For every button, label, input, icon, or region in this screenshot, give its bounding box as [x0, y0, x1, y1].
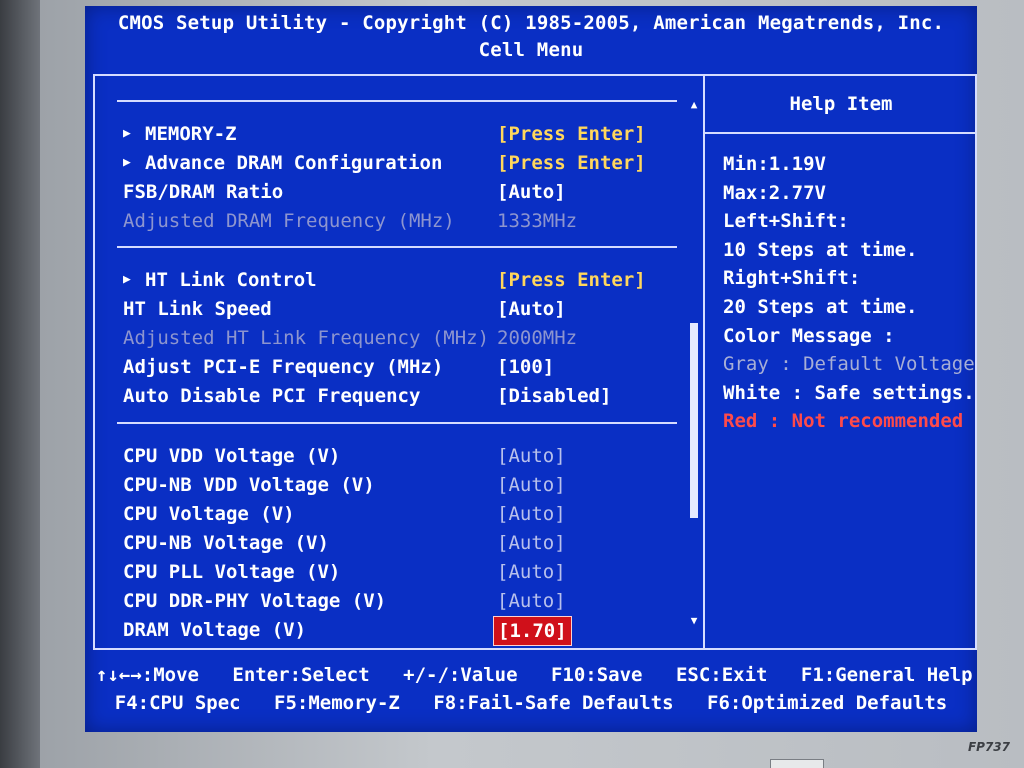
- help-line: Min:1.19V: [723, 153, 826, 175]
- footer-key-value: +/-/:Value: [403, 664, 518, 686]
- separator: [117, 246, 677, 248]
- menu-item-cpu-nb-vdd-voltage[interactable]: CPU-NB VDD Voltage (V) [Auto]: [123, 471, 683, 499]
- menu-item-value: [Auto]: [497, 298, 566, 320]
- submenu-arrow-icon: ▶: [123, 272, 131, 287]
- footer-key-optimized-defaults: F6:Optimized Defaults: [707, 692, 948, 714]
- help-line-gray: Gray : Default Voltage: [723, 353, 975, 376]
- help-panel: Help Item Min:1.19V Max:2.77V Left+Shift…: [703, 76, 977, 648]
- footer-key-save: F10:Save: [550, 664, 643, 686]
- bios-title: CMOS Setup Utility - Copyright (C) 1985-…: [117, 12, 945, 34]
- menu-item-value: [100]: [497, 356, 555, 378]
- scroll-down-arrow-icon[interactable]: ▼: [687, 614, 701, 628]
- footer-key-memory-z: F5:Memory-Z: [274, 692, 400, 714]
- help-title: Help Item: [705, 76, 977, 134]
- separator: [117, 100, 677, 102]
- help-line: Right+Shift:: [723, 267, 861, 290]
- menu-item-adjusted-dram-frequency: Adjusted DRAM Frequency (MHz) 1333MHz: [123, 207, 683, 235]
- footer-key-select: Enter:Select: [232, 664, 370, 686]
- menu-item-value: [Auto]: [497, 503, 566, 525]
- menu-item-cpu-nb-voltage[interactable]: CPU-NB Voltage (V) [Auto]: [123, 529, 683, 557]
- bios-screen: CMOS Setup Utility - Copyright (C) 1985-…: [85, 6, 977, 732]
- menu-item-cpu-voltage[interactable]: CPU Voltage (V) [Auto]: [123, 500, 683, 528]
- help-line-white: White : Safe settings.: [723, 381, 975, 404]
- menu-item-memory-z[interactable]: ▶ MEMORY-Z [Press Enter]: [123, 120, 683, 148]
- menu-item-value: 1333MHz: [497, 210, 578, 232]
- bios-header: CMOS Setup Utility - Copyright (C) 1985-…: [85, 10, 977, 64]
- footer-key-move: ↑↓←→:Move: [96, 664, 199, 686]
- menu-item-auto-disable-pci-frequency[interactable]: Auto Disable PCI Frequency [Disabled]: [123, 382, 683, 410]
- menu-item-value: 2000MHz: [497, 327, 578, 349]
- footer-keys-line2: F4:CPU Spec F5:Memory-Z F8:Fail-Safe Def…: [85, 692, 977, 714]
- footer-keys-line1: ↑↓←→:Move Enter:Select +/-/:Value F10:Sa…: [85, 664, 977, 686]
- footer-key-exit: ESC:Exit: [675, 664, 768, 686]
- monitor-bezel-left: [0, 0, 40, 768]
- menu-item-cpu-ddr-phy-voltage[interactable]: CPU DDR-PHY Voltage (V) [Auto]: [123, 587, 683, 615]
- help-line: Max:2.77V: [723, 181, 826, 204]
- help-line: Left+Shift:: [723, 210, 849, 233]
- submenu-arrow-icon: ▶: [123, 126, 131, 141]
- separator: [117, 422, 677, 424]
- menu-item-value: [Disabled]: [497, 385, 612, 407]
- help-line: Color Message :: [723, 324, 895, 347]
- scroll-thumb[interactable]: [690, 323, 698, 518]
- menu-item-value: [Auto]: [497, 181, 566, 203]
- submenu-arrow-icon: ▶: [123, 155, 131, 170]
- menu-item-fsb-dram-ratio[interactable]: FSB/DRAM Ratio [Auto]: [123, 178, 683, 206]
- monitor-model-label: FP737: [967, 740, 1010, 754]
- menu-item-advance-dram-configuration[interactable]: ▶ Advance DRAM Configuration [Press Enter…: [123, 149, 683, 177]
- help-line: 20 Steps at time.: [723, 295, 918, 318]
- main-panel: ▶ MEMORY-Z [Press Enter] ▶ Advance DRAM Co…: [93, 74, 977, 650]
- menu-item-value: [Auto]: [497, 561, 566, 583]
- menu-title: Cell Menu: [478, 39, 584, 61]
- help-line: 10 Steps at time.: [723, 238, 918, 261]
- menu-item-ht-link-speed[interactable]: HT Link Speed [Auto]: [123, 295, 683, 323]
- footer-key-cpu-spec: F4:CPU Spec: [114, 692, 241, 714]
- menu-item-value: [Auto]: [497, 474, 566, 496]
- help-text: Min:1.19V Max:2.77V Left+Shift: 10 Steps…: [723, 150, 975, 436]
- scroll-up-arrow-icon[interactable]: ▲: [687, 98, 701, 112]
- menu-item-value: [Press Enter]: [497, 269, 646, 291]
- menu-item-adjust-pci-e-frequency[interactable]: Adjust PCI-E Frequency (MHz) [100]: [123, 353, 683, 381]
- menu-item-value-selected[interactable]: [1.70]: [493, 616, 572, 646]
- menu-item-dram-voltage[interactable]: DRAM Voltage (V) [1.70]: [123, 616, 683, 646]
- menu-item-value: [Auto]: [497, 445, 566, 467]
- menu-item-value: [Press Enter]: [497, 152, 646, 174]
- menu-item-value: [Press Enter]: [497, 123, 646, 145]
- menu-item-adjusted-ht-link-frequency: Adjusted HT Link Frequency (MHz) 2000MHz: [123, 324, 683, 352]
- menu-item-value: [Auto]: [497, 590, 566, 612]
- menu-item-cpu-vdd-voltage[interactable]: CPU VDD Voltage (V) [Auto]: [123, 442, 683, 470]
- footer-key-fail-safe-defaults: F8:Fail-Safe Defaults: [433, 692, 674, 714]
- scrollbar[interactable]: ▲ ▼: [687, 98, 701, 628]
- menu-item-ht-link-control[interactable]: ▶ HT Link Control [Press Enter]: [123, 266, 683, 294]
- settings-menu: ▶ MEMORY-Z [Press Enter] ▶ Advance DRAM Co…: [95, 76, 701, 648]
- power-indicator: [770, 759, 824, 768]
- help-line-red: Red : Not recommended: [723, 410, 964, 433]
- menu-item-cpu-pll-voltage[interactable]: CPU PLL Voltage (V) [Auto]: [123, 558, 683, 586]
- menu-item-value: [Auto]: [497, 532, 566, 554]
- footer-key-general-help: F1:General Help: [800, 664, 973, 686]
